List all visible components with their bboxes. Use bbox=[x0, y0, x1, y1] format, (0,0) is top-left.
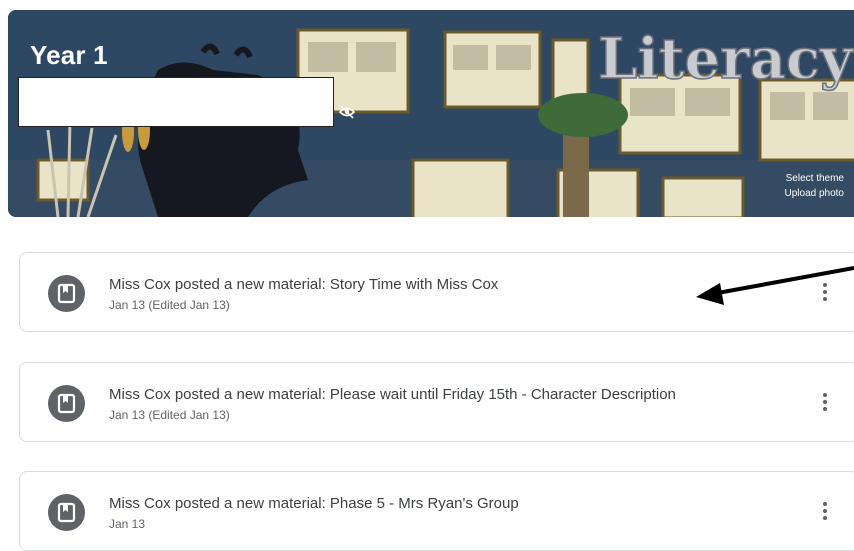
post-type-avatar bbox=[48, 494, 85, 531]
more-vert-icon[interactable] bbox=[820, 393, 830, 415]
post-title[interactable]: Miss Cox posted a new material: Please w… bbox=[109, 386, 676, 403]
stream-post-3[interactable]: Miss Cox posted a new material: Phase 5 … bbox=[19, 471, 854, 551]
post-date: Jan 13 bbox=[109, 517, 146, 531]
more-vert-icon[interactable] bbox=[820, 502, 830, 524]
stream-post-2[interactable]: Miss Cox posted a new material: Please w… bbox=[19, 362, 854, 442]
post-title[interactable]: Miss Cox posted a new material: Story Ti… bbox=[109, 276, 498, 293]
theme-links: Select theme Upload photo bbox=[785, 171, 845, 201]
class-title: Year 1 bbox=[30, 40, 108, 70]
book-icon bbox=[57, 393, 76, 414]
post-date: Jan 13 (Edited Jan 13) bbox=[109, 298, 230, 312]
post-type-avatar bbox=[48, 385, 85, 422]
post-type-avatar bbox=[48, 275, 85, 312]
class-banner: Literacy Year 1 Select theme Upload phot… bbox=[8, 10, 854, 217]
more-vert-icon[interactable] bbox=[820, 283, 830, 305]
redacted-subtitle bbox=[18, 77, 334, 127]
book-icon bbox=[57, 502, 76, 523]
select-theme-link[interactable]: Select theme bbox=[785, 171, 844, 186]
post-date: Jan 13 (Edited Jan 13) bbox=[109, 408, 230, 422]
upload-photo-link[interactable]: Upload photo bbox=[785, 186, 845, 201]
banner-wall-lettering: Literacy bbox=[598, 26, 854, 92]
post-title[interactable]: Miss Cox posted a new material: Phase 5 … bbox=[109, 495, 519, 512]
visibility-off-icon[interactable] bbox=[338, 104, 356, 120]
book-icon bbox=[57, 283, 76, 304]
stream-post-1[interactable]: Miss Cox posted a new material: Story Ti… bbox=[19, 252, 854, 332]
